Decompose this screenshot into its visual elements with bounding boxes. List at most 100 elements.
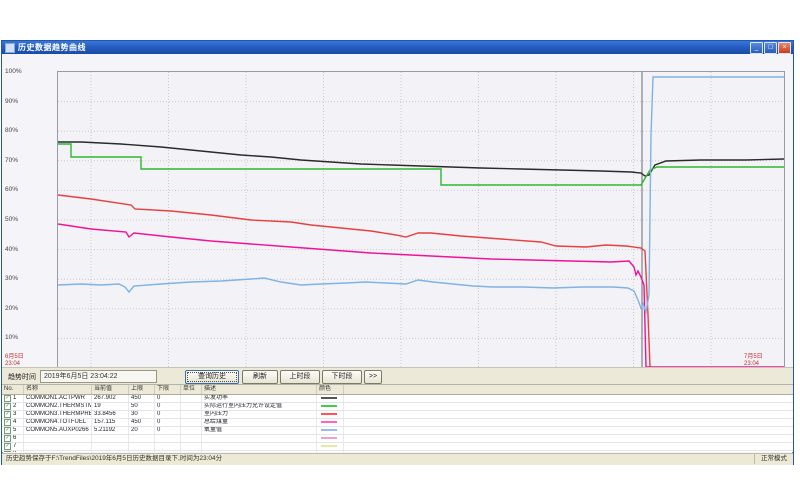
- tag-low-limit: [155, 443, 181, 450]
- tag-value: 157.115: [92, 419, 129, 426]
- more-button[interactable]: >>: [364, 370, 382, 384]
- table-row[interactable]: ✓7: [2, 443, 793, 451]
- tag-unit: [181, 443, 202, 450]
- column-header[interactable]: 上限: [129, 385, 155, 394]
- table-row[interactable]: ✓5COMMON5.AUXP02665.21192200氧量值: [2, 427, 793, 435]
- tag-low-limit: 0: [155, 427, 181, 434]
- tag-high-limit: 30: [129, 411, 155, 418]
- mode-indicator: 正常模式: [754, 454, 787, 464]
- y-axis-label: 60%: [5, 186, 29, 193]
- trend-time-field[interactable]: 2019年6月5日 23:04:22: [40, 370, 157, 383]
- tag-description: 实际运行室内压力允许设定值: [202, 403, 317, 410]
- row-checkbox[interactable]: ✓: [4, 435, 11, 442]
- trend-chart-area: 100%90%80%70%60%50%40%30%20%10% 03日0006日…: [2, 54, 793, 384]
- color-swatch: [321, 405, 337, 407]
- tag-low-limit: [155, 435, 181, 442]
- tag-high-limit: 20: [129, 427, 155, 434]
- y-axis-label: 90%: [5, 98, 29, 105]
- row-filler: [344, 403, 793, 410]
- row-checkbox[interactable]: ✓: [4, 411, 11, 418]
- table-row[interactable]: ✓8: [2, 451, 793, 452]
- row-checkbox[interactable]: ✓: [4, 419, 11, 426]
- tag-value: 19: [92, 403, 129, 410]
- trend-start-time: 6月5日 23:04: [5, 354, 24, 368]
- row-filler: [344, 411, 793, 418]
- tag-unit: [181, 427, 202, 434]
- tag-value: 33.8456: [92, 411, 129, 418]
- column-header[interactable]: 颜色: [317, 385, 344, 394]
- tag-high-limit: 450: [129, 395, 155, 402]
- column-header[interactable]: 下限: [155, 385, 181, 394]
- row-filler: [344, 435, 793, 442]
- status-bar: 历史趋势保存于F:\TrendFiles\2019年6月5日历史数据目录下,时间…: [2, 453, 793, 465]
- row-filler: [344, 451, 793, 452]
- tag-description: [202, 451, 317, 452]
- y-axis-label: 50%: [5, 216, 29, 223]
- tag-value: [92, 443, 129, 450]
- tag-description: 室内压力: [202, 411, 317, 418]
- table-row[interactable]: ✓4COMMON4.TOTFUEL157.1154500总给煤量: [2, 419, 793, 427]
- row-checkbox[interactable]: ✓: [4, 427, 11, 434]
- tag-unit: [181, 403, 202, 410]
- row-number: 8: [13, 451, 16, 452]
- row-number: 6: [13, 435, 16, 442]
- row-filler: [344, 443, 793, 450]
- row-number: 7: [13, 443, 16, 450]
- column-header-filler: [344, 385, 793, 394]
- tag-table: No.名称当前值上限下限单位描述颜色 ✓1COMMON1.ACTPWR267.9…: [2, 384, 793, 452]
- tag-high-limit: 450: [129, 419, 155, 426]
- close-button[interactable]: ×: [778, 42, 791, 54]
- series-室内压力允许设定值: [58, 144, 784, 185]
- column-header[interactable]: 描述: [202, 385, 317, 394]
- column-header[interactable]: No.: [2, 385, 24, 394]
- tag-name: COMMON4.TOTFUEL: [24, 419, 92, 426]
- trend-plot[interactable]: [57, 71, 785, 369]
- column-header[interactable]: 单位: [181, 385, 202, 394]
- tag-value: [92, 435, 129, 442]
- row-checkbox[interactable]: ✓: [4, 443, 11, 450]
- series-实发功率: [58, 142, 784, 176]
- tag-high-limit: [129, 435, 155, 442]
- row-checkbox[interactable]: ✓: [4, 403, 11, 410]
- y-axis-label: 10%: [5, 334, 29, 341]
- tag-unit: [181, 395, 202, 402]
- query-history-button[interactable]: 查询历史: [185, 370, 239, 384]
- tag-unit: [181, 451, 202, 452]
- row-number: 5: [13, 427, 16, 434]
- minimize-button[interactable]: _: [750, 42, 763, 54]
- row-number: 2: [13, 403, 16, 410]
- column-header[interactable]: 当前值: [92, 385, 129, 394]
- table-row[interactable]: ✓1COMMON1.ACTPWR267.9024500实发功率: [2, 395, 793, 403]
- table-row[interactable]: ✓6: [2, 435, 793, 443]
- table-row[interactable]: ✓2COMMON2.THERMSTM19500实际运行室内压力允许设定值: [2, 403, 793, 411]
- row-filler: [344, 427, 793, 434]
- tag-description: [202, 443, 317, 450]
- maximize-button[interactable]: □: [764, 42, 777, 54]
- trend-toolbar: 趋势时间 2019年6月5日 23:04:22 查询历史刷新上时段下时段>>: [2, 367, 793, 385]
- title-bar[interactable]: 历史数据趋势曲线 _ □ ×: [2, 41, 793, 54]
- prev-period-button[interactable]: 上时段: [280, 370, 320, 384]
- tag-low-limit: [155, 451, 181, 452]
- color-swatch: [321, 413, 337, 415]
- row-filler: [344, 419, 793, 426]
- table-row[interactable]: ✓3COMMON3.THERMPRESS33.8456300室内压力: [2, 411, 793, 419]
- row-checkbox[interactable]: ✓: [4, 395, 11, 402]
- tag-unit: [181, 419, 202, 426]
- tag-table-header: No.名称当前值上限下限单位描述颜色: [2, 385, 793, 395]
- row-number: 1: [13, 395, 16, 402]
- row-checkbox[interactable]: ✓: [4, 451, 11, 452]
- series-总给煤量: [58, 224, 784, 367]
- color-swatch: [321, 445, 337, 447]
- refresh-button[interactable]: 刷新: [242, 370, 278, 384]
- y-axis-label: 80%: [5, 127, 29, 134]
- tag-low-limit: 0: [155, 403, 181, 410]
- tag-unit: [181, 435, 202, 442]
- color-swatch: [321, 429, 337, 431]
- row-number: 4: [13, 419, 16, 426]
- tag-value: 5.21192: [92, 427, 129, 434]
- tag-high-limit: [129, 443, 155, 450]
- tag-description: [202, 435, 317, 442]
- column-header[interactable]: 名称: [24, 385, 92, 394]
- window-title: 历史数据趋势曲线: [18, 41, 86, 54]
- next-period-button[interactable]: 下时段: [322, 370, 362, 384]
